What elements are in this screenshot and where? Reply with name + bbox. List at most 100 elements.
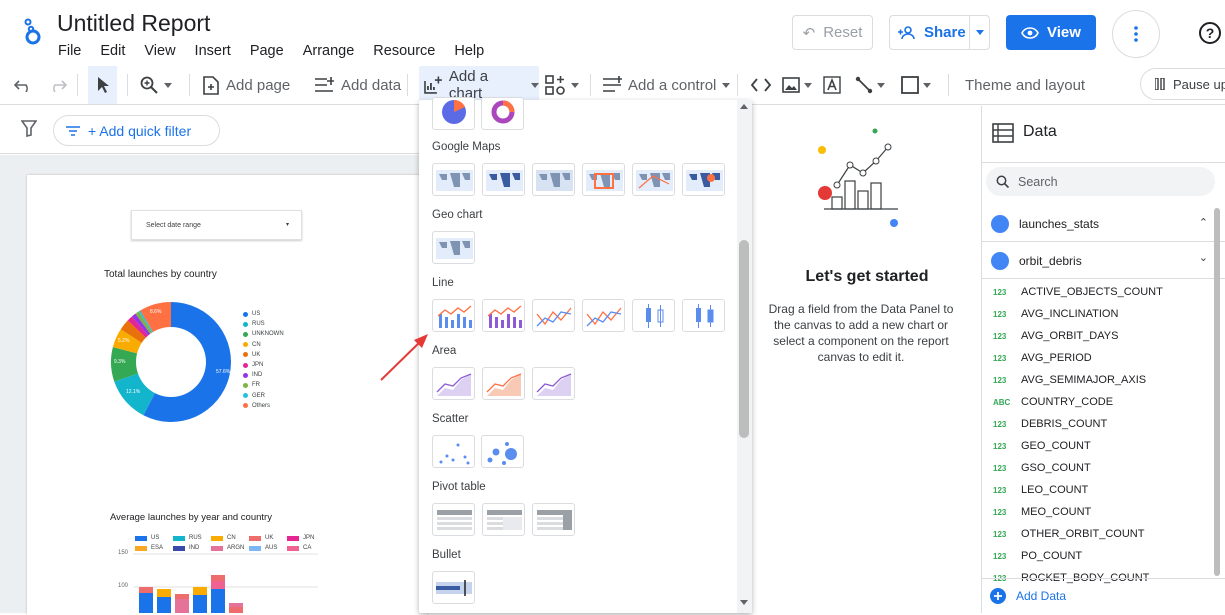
undo-icon[interactable]	[14, 66, 34, 104]
field-type-icon: 123	[993, 552, 1007, 561]
bullet-chart-option[interactable]	[432, 571, 475, 604]
field-item[interactable]: 123 MEO_COUNT	[993, 506, 1091, 518]
expand-icon[interactable]: ⌃	[1199, 216, 1208, 229]
pivot-table-option-1[interactable]	[432, 503, 475, 536]
reset-button[interactable]: ↶ Reset	[792, 15, 873, 50]
help-icon[interactable]: ?	[1199, 22, 1221, 44]
legend-label: US	[252, 311, 261, 317]
field-type-icon: 123	[993, 442, 1007, 451]
donut-chart-option[interactable]	[481, 97, 524, 130]
field-item[interactable]: 123 AVG_SEMIMAJOR_AXIS	[993, 374, 1146, 386]
pivot-table-option-2[interactable]	[482, 503, 525, 536]
field-item[interactable]: 123 OTHER_ORBIT_COUNT	[993, 528, 1144, 540]
field-item[interactable]: 123 PO_COUNT	[993, 550, 1082, 562]
filter-icon[interactable]	[21, 120, 37, 137]
line-chart-option-3[interactable]	[532, 299, 575, 332]
menu-resource[interactable]: Resource	[373, 43, 435, 59]
bar-legend-item: ESA	[135, 545, 163, 551]
get-started-title: Let's get started	[805, 268, 929, 285]
area-chart-option-3[interactable]	[532, 367, 575, 400]
scroll-up-icon[interactable]	[740, 104, 748, 109]
field-item[interactable]: 123 GSO_COUNT	[993, 462, 1091, 474]
menu-arrange[interactable]: Arrange	[303, 43, 355, 59]
pivot-table-option-3[interactable]	[532, 503, 575, 536]
report-title[interactable]: Untitled Report	[57, 10, 210, 37]
more-options-button[interactable]	[1112, 10, 1160, 58]
add-page-button[interactable]: Add page	[203, 66, 290, 104]
line-chart-option-1[interactable]	[432, 299, 475, 332]
picker-scrollbar-thumb[interactable]	[739, 240, 749, 438]
field-item[interactable]: 123 LEO_COUNT	[993, 484, 1088, 496]
view-button[interactable]: View	[1006, 15, 1096, 50]
google-map-option-1[interactable]	[432, 163, 475, 196]
field-type-icon: 123	[993, 486, 1007, 495]
google-map-option-3[interactable]	[532, 163, 575, 196]
field-item[interactable]: 123 GEO_COUNT	[993, 440, 1091, 452]
legend-label: CA	[303, 545, 312, 551]
legend-label: UK	[252, 351, 261, 358]
menu-help[interactable]: Help	[454, 43, 484, 59]
looker-studio-logo[interactable]	[22, 16, 44, 48]
share-dropdown[interactable]	[969, 16, 989, 49]
add-control-button[interactable]: Add a control	[602, 66, 731, 104]
add-quick-filter-button[interactable]: + Add quick filter	[53, 115, 220, 146]
image-button[interactable]	[782, 66, 812, 104]
theme-layout-button[interactable]: Theme and layout	[965, 66, 1085, 104]
zoom-button[interactable]	[140, 66, 172, 104]
legend-label: UNKNOWN	[252, 331, 284, 338]
area-chart-option-2[interactable]	[482, 367, 525, 400]
data-panel-scrollbar[interactable]	[1214, 208, 1220, 576]
datasource-launches-stats[interactable]: launches_stats ⌃	[982, 206, 1225, 242]
datasource-orbit-debris[interactable]: orbit_debris ⌄	[982, 243, 1225, 279]
pause-updates-button[interactable]: Pause up	[1140, 68, 1225, 100]
code-embed-icon[interactable]	[751, 66, 771, 104]
category-scatter: Scatter	[432, 413, 469, 425]
bubble-chart-option[interactable]	[481, 435, 524, 468]
menu-view[interactable]: View	[144, 43, 175, 59]
date-range-control[interactable]: Select date range ▾	[131, 210, 302, 240]
pie-chart-option[interactable]	[432, 97, 475, 130]
google-map-option-2[interactable]	[482, 163, 525, 196]
area-chart-option-1[interactable]	[432, 367, 475, 400]
menu-page[interactable]: Page	[250, 43, 284, 59]
field-item[interactable]: 123 AVG_ORBIT_DAYS	[993, 330, 1118, 342]
share-button[interactable]: Share	[889, 15, 990, 50]
select-pointer-icon[interactable]	[88, 66, 117, 104]
legend-swatch	[287, 545, 299, 551]
line-button[interactable]	[855, 66, 885, 104]
google-map-option-4[interactable]	[582, 163, 625, 196]
collapse-icon[interactable]: ⌄	[1199, 251, 1208, 264]
bar-segment	[211, 575, 225, 581]
line-chart-option-6[interactable]	[682, 299, 725, 332]
community-viz-button[interactable]	[545, 66, 579, 104]
line-chart-option-5[interactable]	[632, 299, 675, 332]
text-box-icon[interactable]	[823, 66, 841, 104]
donut-legend-item: JPN	[243, 362, 263, 368]
field-item[interactable]: 123 DEBRIS_COUNT	[993, 418, 1107, 430]
donut-legend-item: UK	[243, 352, 260, 358]
field-item[interactable]: 123 AVG_PERIOD	[993, 352, 1092, 364]
redo-icon[interactable]	[47, 66, 67, 104]
stacked-bar-chart[interactable]	[133, 553, 323, 613]
shape-button[interactable]	[901, 66, 931, 104]
menu-file[interactable]: File	[58, 43, 81, 59]
google-map-option-5[interactable]	[632, 163, 675, 196]
add-page-label: Add page	[226, 76, 291, 94]
line-chart-option-4[interactable]	[582, 299, 625, 332]
data-search-input[interactable]: Search	[986, 167, 1215, 196]
google-map-option-6[interactable]	[682, 163, 725, 196]
add-data-footer-button[interactable]: Add Data	[982, 578, 1225, 613]
menu-insert[interactable]: Insert	[195, 43, 231, 59]
bar-segment	[193, 587, 207, 595]
donut-chart[interactable]: 57.6% 12.1% 9.3% 5.2% 8.6%	[106, 297, 236, 427]
field-item[interactable]: ABC COUNTRY_CODE	[993, 396, 1113, 408]
scroll-down-icon[interactable]	[740, 600, 748, 605]
reset-label: Reset	[823, 24, 863, 41]
field-item[interactable]: 123 AVG_INCLINATION	[993, 308, 1118, 320]
line-chart-option-2[interactable]	[482, 299, 525, 332]
add-data-button[interactable]: Add data	[314, 66, 401, 104]
scatter-chart-option[interactable]	[432, 435, 475, 468]
menu-edit[interactable]: Edit	[100, 43, 125, 59]
field-item[interactable]: 123 ACTIVE_OBJECTS_COUNT	[993, 286, 1163, 298]
geo-chart-option[interactable]	[432, 231, 475, 264]
